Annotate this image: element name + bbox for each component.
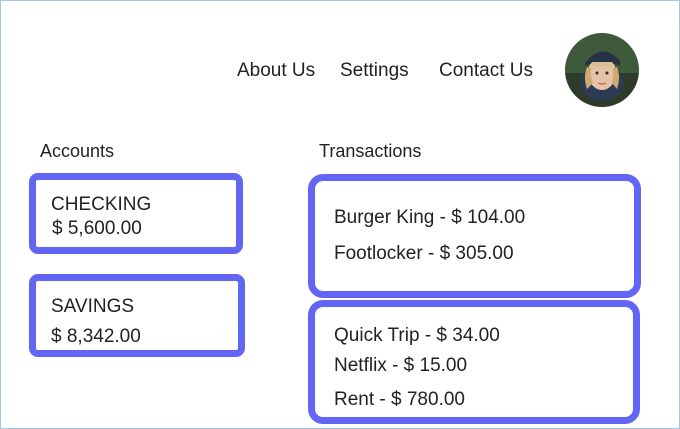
transactions-card-2[interactable]: Quick Trip - $ 34.00 Netflix - $ 15.00 R… [308, 300, 640, 424]
transactions-heading: Transactions [319, 141, 422, 161]
accounts-heading: Accounts [40, 141, 115, 161]
transaction-item: Quick Trip - $ 34.00 [334, 325, 500, 346]
transaction-item: Rent - $ 780.00 [334, 389, 465, 410]
transactions-card-1[interactable]: Burger King - $ 104.00 Footlocker - $ 30… [308, 174, 641, 298]
account-card-savings[interactable]: SAVINGS $ 8,342.00 [29, 274, 245, 357]
transaction-item: Burger King - $ 104.00 [334, 207, 526, 228]
account-balance: $ 8,342.00 [51, 326, 141, 347]
nav-contact-us-link[interactable]: Contact Us [439, 58, 533, 84]
nav-about-us-link[interactable]: About Us [237, 58, 315, 84]
transaction-item: Netflix - $ 15.00 [334, 355, 468, 376]
account-name: CHECKING [51, 194, 152, 215]
account-name: SAVINGS [51, 296, 135, 317]
account-balance: $ 5,600.00 [52, 218, 142, 239]
avatar[interactable] [565, 33, 639, 107]
nav-settings-link[interactable]: Settings [340, 58, 409, 84]
account-card-checking[interactable]: CHECKING $ 5,600.00 [29, 173, 243, 254]
avatar-photo-icon [565, 33, 639, 107]
transaction-item: Footlocker - $ 305.00 [334, 243, 514, 264]
